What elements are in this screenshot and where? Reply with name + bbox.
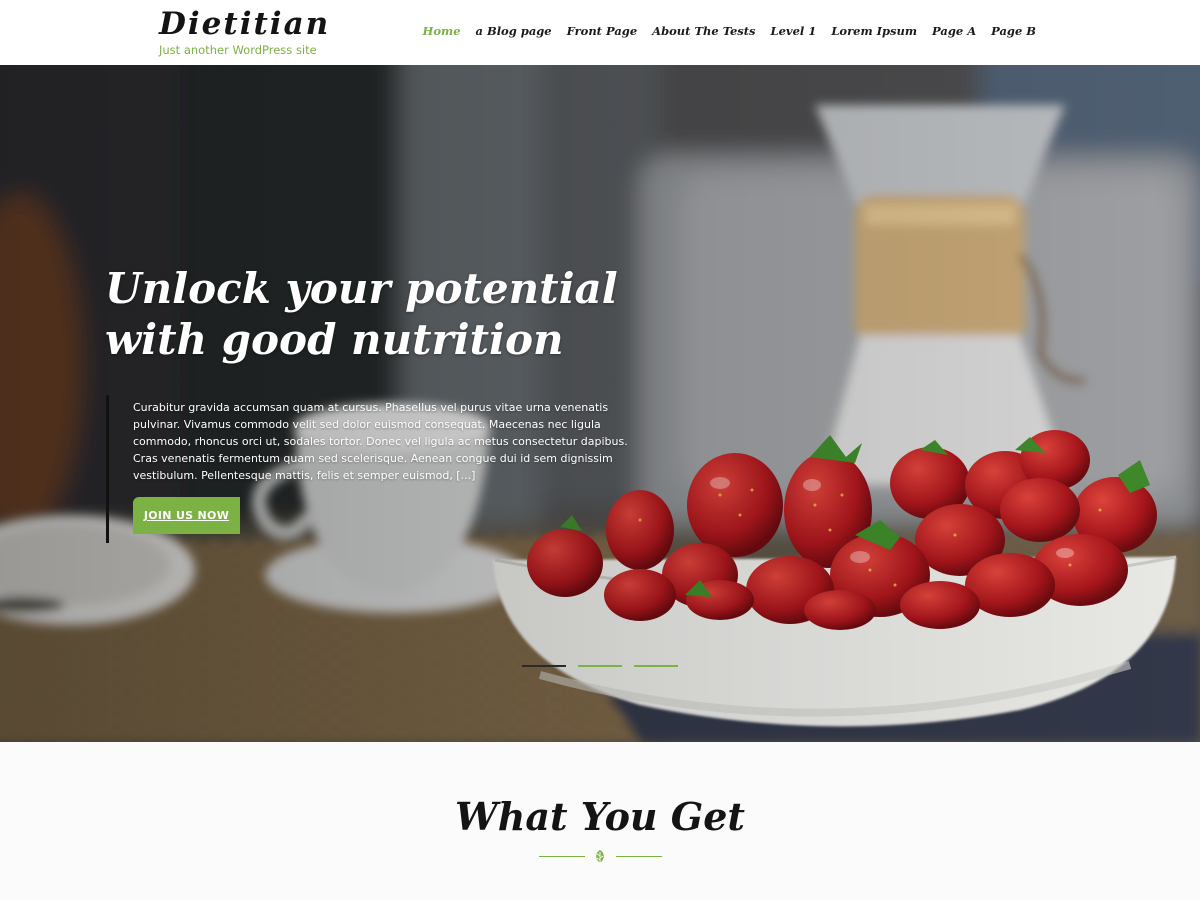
slider-dot-1[interactable] (522, 665, 566, 667)
features-section: What You Get (0, 742, 1200, 900)
section-title: What You Get (455, 794, 745, 839)
hero-description: Curabitur gravida accumsan quam at cursu… (133, 401, 628, 482)
nav-item-lorem-ipsum[interactable]: Lorem Ipsum (831, 24, 917, 38)
hero-accent-bar (106, 395, 109, 543)
site-header: Dietitian Just another WordPress site Ho… (0, 0, 1200, 65)
nav-item-about-the-tests[interactable]: About The Tests (652, 24, 755, 38)
main-navigation: Home a Blog page Front Page About The Te… (422, 24, 1036, 38)
divider-line-right (616, 856, 662, 857)
nav-item-page-b[interactable]: Page B (991, 24, 1036, 38)
slider-dot-2[interactable] (578, 665, 622, 667)
nav-item-front-page[interactable]: Front Page (567, 24, 638, 38)
divider-line-left (539, 856, 585, 857)
slider-dot-3[interactable] (634, 665, 678, 667)
nav-item-home[interactable]: Home (422, 24, 460, 38)
hero-heading: Unlock your potential with good nutritio… (105, 264, 618, 364)
site-tagline: Just another WordPress site (159, 43, 317, 57)
leaf-icon (596, 850, 604, 864)
nav-item-page-a[interactable]: Page A (932, 24, 976, 38)
join-us-now-button[interactable]: JOIN US NOW (133, 497, 240, 534)
slider-pagination (522, 665, 678, 667)
site-title-link[interactable]: Dietitian (159, 6, 330, 42)
nav-item-level-1[interactable]: Level 1 (771, 24, 817, 38)
hero-slider: Unlock your potential with good nutritio… (0, 65, 1200, 742)
nav-item-blog-page[interactable]: a Blog page (476, 24, 552, 38)
title-divider (539, 849, 662, 865)
